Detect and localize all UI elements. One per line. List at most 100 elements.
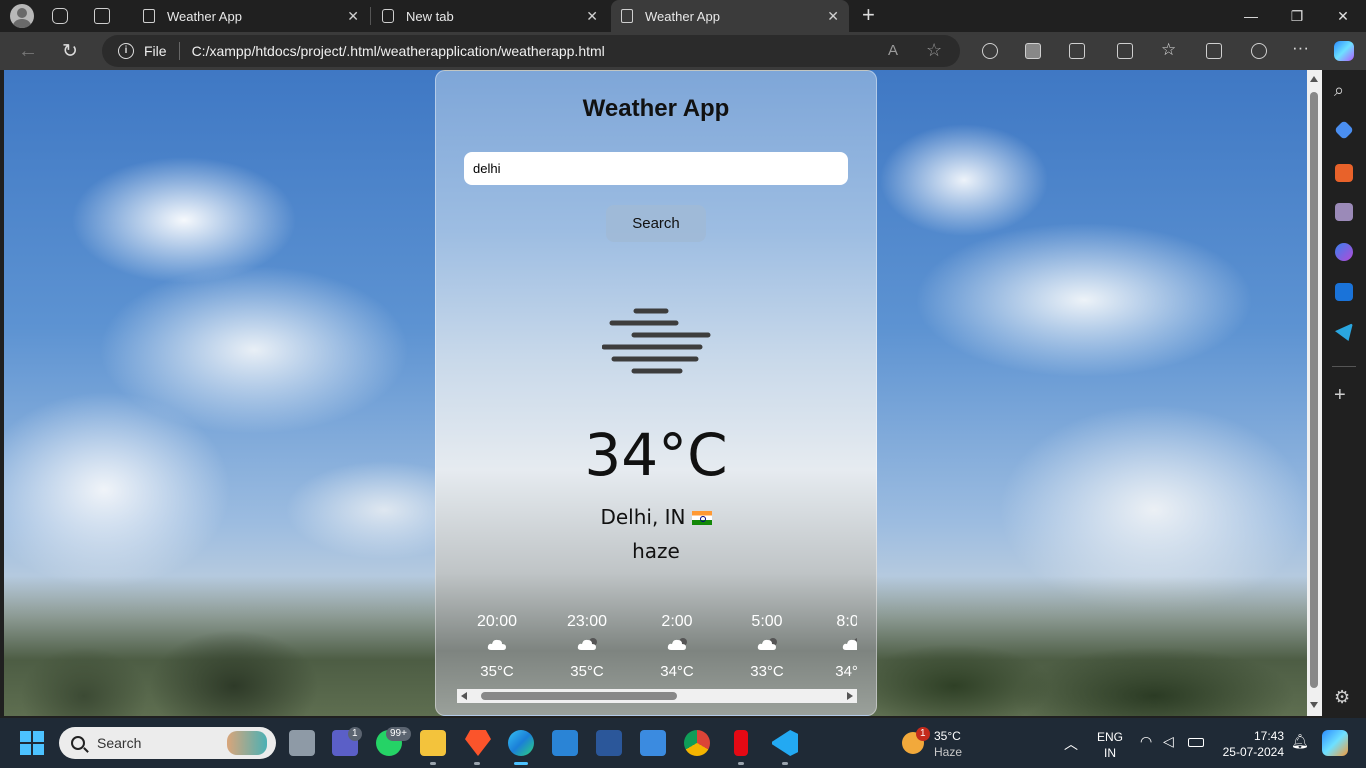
clock-date[interactable]: 25-07-2024 xyxy=(1218,745,1284,759)
night-cloud-icon xyxy=(727,631,807,661)
forecast-time: 20:00 xyxy=(476,613,518,630)
forecast-temp: 34°C xyxy=(660,663,694,680)
workspaces-icon[interactable] xyxy=(52,8,68,24)
tab-actions-icon[interactable] xyxy=(94,8,110,24)
telegram-icon[interactable] xyxy=(1335,323,1353,341)
chrome-icon[interactable] xyxy=(684,730,710,756)
scroll-left-icon[interactable] xyxy=(461,692,467,700)
sidebar-search-icon[interactable]: ⌕ xyxy=(1334,80,1344,101)
more-menu-icon[interactable]: ··· xyxy=(1292,38,1309,58)
sidebar-settings-icon[interactable]: ⚙ xyxy=(1334,687,1350,708)
file-explorer-icon[interactable] xyxy=(420,730,446,756)
show-hidden-icons-chevron[interactable]: ︿ xyxy=(1064,734,1078,754)
microsoft-365-icon[interactable] xyxy=(1335,243,1353,261)
site-info-icon[interactable]: i xyxy=(118,43,134,59)
favorites-icon[interactable]: ☆ xyxy=(1161,40,1176,60)
teams-badge: 1 xyxy=(348,727,362,741)
running-indicator xyxy=(738,762,744,765)
new-tab-button[interactable]: + xyxy=(862,2,875,28)
language-indicator-line1[interactable]: ENG xyxy=(1097,730,1123,744)
task-view-icon[interactable] xyxy=(289,730,315,756)
forecast-time: 23:00 xyxy=(566,613,608,630)
start-button[interactable] xyxy=(20,731,44,755)
tab-label: New tab xyxy=(406,8,454,24)
tab-close-icon[interactable]: ✕ xyxy=(827,8,839,25)
forecast-time: 8:00 xyxy=(836,613,857,630)
tools-icon[interactable] xyxy=(1335,164,1353,182)
weather-widget-temp[interactable]: 35°C xyxy=(934,729,961,743)
copilot-taskbar-icon[interactable] xyxy=(1322,730,1348,756)
page-vertical-scrollbar[interactable] xyxy=(1307,70,1322,716)
tab-weather-app-1[interactable]: Weather App ✕ xyxy=(133,0,369,32)
minimize-button[interactable]: — xyxy=(1228,0,1274,32)
games-icon[interactable] xyxy=(1335,203,1353,221)
scroll-down-icon[interactable] xyxy=(1310,702,1318,708)
taskbar-search[interactable]: Search xyxy=(59,727,276,759)
cloud-icon xyxy=(457,631,537,661)
scroll-up-icon[interactable] xyxy=(1310,76,1318,82)
url-scheme-label: File xyxy=(144,43,167,59)
favorite-star-icon[interactable]: ☆ xyxy=(926,40,942,61)
close-window-button[interactable]: ✕ xyxy=(1320,0,1366,32)
search-button[interactable]: Search xyxy=(606,205,706,242)
reload-button[interactable]: ↻ xyxy=(62,40,78,63)
edge-sidebar: ⌕ + ⚙ xyxy=(1322,70,1366,718)
read-aloud-icon[interactable]: A xyxy=(888,42,898,59)
forecast-horizontal-scrollbar[interactable] xyxy=(457,689,857,703)
tab-close-icon[interactable]: ✕ xyxy=(586,8,598,25)
scrollbar-thumb[interactable] xyxy=(481,692,677,700)
copilot-icon[interactable] xyxy=(1334,41,1354,61)
tab-new-tab[interactable]: New tab ✕ xyxy=(372,0,608,32)
city-search-input[interactable] xyxy=(464,152,848,185)
language-indicator-line2[interactable]: IN xyxy=(1097,746,1123,760)
split-screen-icon[interactable] xyxy=(1117,43,1133,59)
hp-app-icon[interactable] xyxy=(552,730,578,756)
battery-icon[interactable] xyxy=(1188,738,1204,747)
notification-bell-icon[interactable]: 🔔︎ xyxy=(1291,733,1309,750)
brave-icon[interactable] xyxy=(465,730,491,756)
night-cloud-icon xyxy=(812,631,857,661)
clock-time[interactable]: 17:43 xyxy=(1222,729,1284,743)
running-indicator-active xyxy=(514,762,528,765)
shopping-tag-icon[interactable] xyxy=(1334,120,1354,140)
extensions-puzzle-icon[interactable] xyxy=(1069,43,1085,59)
profile-avatar[interactable] xyxy=(10,4,34,28)
scrollbar-thumb[interactable] xyxy=(1310,92,1318,688)
scroll-right-icon[interactable] xyxy=(847,692,853,700)
haze-weather-icon xyxy=(602,308,711,374)
forecast-time: 5:00 xyxy=(751,613,783,630)
volume-icon[interactable]: ◁ xyxy=(1163,733,1174,750)
back-button[interactable]: ← xyxy=(18,40,38,63)
address-bar[interactable]: i File C:/xampp/htdocs/project/.html/wea… xyxy=(102,35,960,67)
netflix-icon[interactable] xyxy=(734,730,748,756)
new-tab-page-icon xyxy=(382,9,394,23)
tab-weather-app-active[interactable]: Weather App ✕ xyxy=(611,0,849,32)
vscode-icon[interactable] xyxy=(772,730,798,756)
weather-widget-desc[interactable]: Haze xyxy=(934,745,962,759)
url-text[interactable]: C:/xampp/htdocs/project/.html/weatherapp… xyxy=(192,43,605,59)
collections-icon[interactable] xyxy=(1206,43,1222,59)
browser-essentials-icon[interactable] xyxy=(1251,43,1267,59)
add-sidebar-app-icon[interactable]: + xyxy=(1334,384,1346,407)
word-icon[interactable] xyxy=(596,730,622,756)
browser-toolbar: ← ↻ i File C:/xampp/htdocs/project/.html… xyxy=(0,32,1366,70)
weather-widget-badge: 1 xyxy=(916,727,930,741)
extension-icon[interactable] xyxy=(982,43,998,59)
wifi-icon[interactable]: ◠ xyxy=(1140,733,1152,750)
tab-label: Weather App xyxy=(645,8,720,24)
page-icon xyxy=(143,9,155,23)
app-title: Weather App xyxy=(582,95,730,122)
location-label: Delhi, IN xyxy=(436,505,876,529)
running-indicator xyxy=(474,762,480,765)
page-icon xyxy=(621,9,633,23)
mail-icon[interactable] xyxy=(640,730,666,756)
tab-close-icon[interactable]: ✕ xyxy=(347,8,359,25)
extension-square-icon[interactable] xyxy=(1025,43,1041,59)
outlook-icon[interactable] xyxy=(1335,283,1353,301)
hourly-forecast[interactable]: 20:00 35°C 23:00 35°C 2:00 34°C 5:00 33°… xyxy=(457,613,857,687)
tab-label: Weather App xyxy=(167,8,242,24)
edge-icon[interactable] xyxy=(508,730,534,756)
maximize-button[interactable]: ❐ xyxy=(1274,0,1320,32)
windows-taskbar: Search 1 99+ 1 35°C Haze ︿ ENG IN ◠ ◁ 17… xyxy=(0,718,1366,768)
current-temperature: 34°C xyxy=(584,421,728,489)
